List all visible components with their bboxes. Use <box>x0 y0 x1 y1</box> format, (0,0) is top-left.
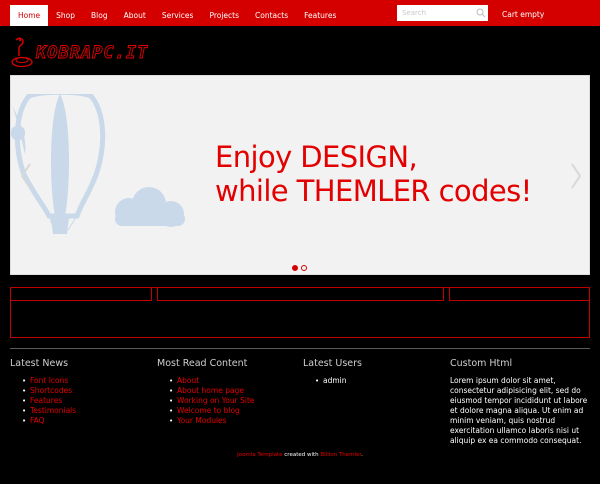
slider-dot-1[interactable] <box>292 265 298 271</box>
custom-html-text: Lorem ipsum dolor sit amet, consectetur … <box>450 376 588 445</box>
list-item[interactable]: FAQ <box>10 416 155 426</box>
footer-themler-link[interactable]: Billion Themler <box>320 452 361 458</box>
custom-html-title: Custom Html <box>450 358 513 369</box>
latest-news-title: Latest News <box>10 358 69 369</box>
nav-item-contacts[interactable]: Contacts <box>247 5 296 26</box>
list-item[interactable]: Testimonials <box>10 406 155 416</box>
slider-dot-2[interactable] <box>301 265 307 271</box>
list-item[interactable]: Welcome to blog <box>157 406 302 416</box>
search-icon[interactable] <box>476 8 486 18</box>
most-read-title: Most Read Content <box>157 358 248 369</box>
content-box-tab-2 <box>157 287 444 301</box>
nav-item-projects[interactable]: Projects <box>201 5 247 26</box>
footer-text: created with <box>282 452 321 458</box>
nav-item-blog[interactable]: Blog <box>83 5 116 26</box>
hero-slider: Enjoy DESIGN, while THEMLER codes! <box>10 75 590 275</box>
list-item[interactable]: Font Icons <box>10 376 155 386</box>
hot-air-balloon-illustration <box>11 94 185 234</box>
site-logo[interactable]: KOBRAPC.IT <box>10 34 220 70</box>
slide-headline-line-2: while THEMLER codes! <box>215 174 532 208</box>
footer-credits: Joomla Template created with Billion The… <box>0 452 600 458</box>
list-item[interactable]: Your Modules <box>157 416 302 426</box>
content-box-tab-3 <box>449 287 590 301</box>
list-item[interactable]: About home page <box>157 386 302 396</box>
logo-text: KOBRAPC.IT <box>35 43 148 63</box>
slider-next-arrow-icon[interactable] <box>569 162 583 190</box>
footer-end: . <box>361 452 363 458</box>
nav-item-features[interactable]: Features <box>296 5 344 26</box>
search-input[interactable] <box>397 5 488 21</box>
content-boxes <box>10 287 590 338</box>
nav-item-about[interactable]: About <box>116 5 154 26</box>
content-box-tab-1 <box>10 287 152 301</box>
slider-prev-arrow-icon[interactable] <box>19 162 33 190</box>
custom-html-module: Custom Html Lorem ipsum dolor sit amet, … <box>450 358 595 446</box>
nav-item-home[interactable]: Home <box>10 5 49 26</box>
list-item[interactable]: Shortcodes <box>10 386 155 396</box>
latest-users-module: Latest Users admin <box>303 358 448 386</box>
nav-item-shop[interactable]: Shop <box>48 5 83 26</box>
latest-news-module: Latest News Font Icons Shortcodes Featur… <box>10 358 155 426</box>
latest-users-title: Latest Users <box>303 358 362 369</box>
list-item: admin <box>303 376 448 386</box>
cart-link[interactable]: Cart empty <box>502 10 544 19</box>
top-navigation-bar: Home Shop Blog About Services Projects C… <box>0 0 600 26</box>
snake-logo-icon <box>11 37 33 68</box>
list-item[interactable]: About <box>157 376 302 386</box>
footer-template-link[interactable]: Joomla Template <box>237 452 282 458</box>
slide-headline-line-1: Enjoy DESIGN, <box>215 140 418 174</box>
list-item[interactable]: Working on Your Site <box>157 396 302 406</box>
most-read-module: Most Read Content About About home page … <box>157 358 302 426</box>
nav-menu: Home Shop Blog About Services Projects C… <box>10 5 344 26</box>
divider <box>10 348 590 349</box>
slide-headline: Enjoy DESIGN, while THEMLER codes! <box>215 140 532 208</box>
nav-item-services[interactable]: Services <box>154 5 202 26</box>
list-item[interactable]: Features <box>10 396 155 406</box>
slider-pagination <box>292 265 307 271</box>
